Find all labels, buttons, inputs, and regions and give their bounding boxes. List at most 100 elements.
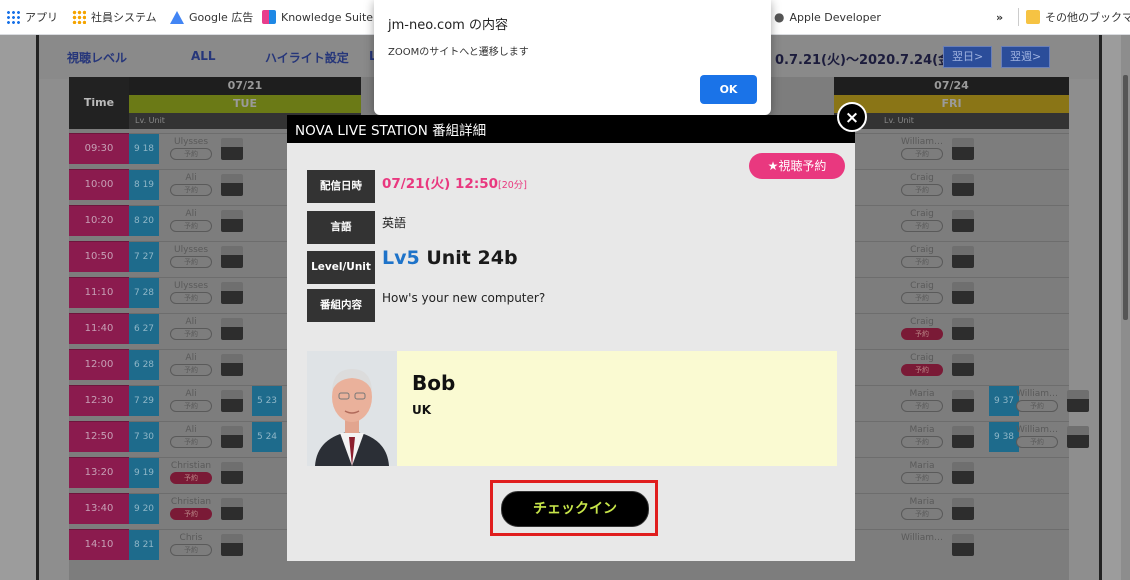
teacher-cell[interactable]: Chris 予約 xyxy=(163,532,219,556)
teacher-cell[interactable]: Ali 予約 xyxy=(163,388,219,412)
level-unit-cell: 8 21 xyxy=(129,530,159,560)
teacher-cell[interactable]: Christian 予約 xyxy=(163,460,219,484)
teacher-name: Craig xyxy=(910,281,934,291)
reserve-badge[interactable]: 予約 xyxy=(901,472,943,484)
teacher-photo xyxy=(1067,390,1089,412)
date-label: 配信日時 xyxy=(307,170,375,203)
teacher-name: Craig xyxy=(910,245,934,255)
close-icon[interactable]: × xyxy=(837,102,867,132)
teacher-cell[interactable]: William… 予約 xyxy=(894,136,950,160)
unit-number: 27 xyxy=(142,324,155,334)
teacher-photo xyxy=(952,426,974,448)
teacher-cell[interactable]: Ulysses 予約 xyxy=(163,136,219,160)
bookmarks-overflow-button[interactable]: » xyxy=(996,9,1003,25)
teacher-name: Ali xyxy=(185,425,197,435)
level-unit-cell: 9 19 xyxy=(129,458,159,488)
reserve-badge[interactable]: 予約 xyxy=(1016,436,1058,448)
time-cell: 11:10 xyxy=(69,277,129,308)
reserve-badge[interactable]: 予約 xyxy=(901,220,943,232)
reserve-badge[interactable]: 予約 xyxy=(170,184,212,196)
teacher-photo xyxy=(221,138,243,160)
reserve-badge[interactable]: 予約 xyxy=(901,328,943,340)
teacher-cell[interactable]: Craig 予約 xyxy=(894,172,950,196)
teacher-cell[interactable]: Craig 予約 xyxy=(894,352,950,376)
ok-button[interactable]: OK xyxy=(700,75,757,104)
teacher-cell[interactable]: Ulysses 予約 xyxy=(163,244,219,268)
reserve-badge[interactable]: 予約 xyxy=(901,400,943,412)
level-unit-cell: 7 29 xyxy=(129,386,159,416)
teacher-cell[interactable]: William… 予約 xyxy=(1009,388,1065,412)
reserve-badge[interactable]: 予約 xyxy=(170,364,212,376)
unit-number: 29 xyxy=(142,396,155,406)
teacher-photo xyxy=(952,318,974,340)
level-number: Lv5 xyxy=(382,247,420,269)
bookmark-apple-developer[interactable]: ● Apple Developer xyxy=(774,9,881,25)
teacher-cell[interactable]: Craig 予約 xyxy=(894,208,950,232)
reserve-badge[interactable]: 予約 xyxy=(901,364,943,376)
reserve-badge[interactable]: 予約 xyxy=(170,508,212,520)
reserve-viewing-button[interactable]: ★視聴予約 xyxy=(749,153,845,179)
bookmark-employee-system[interactable]: 社員システム xyxy=(72,9,157,25)
reserve-badge[interactable]: 予約 xyxy=(901,292,943,304)
bookmark-apps[interactable]: アプリ xyxy=(6,9,58,25)
level-number: 9 xyxy=(993,396,1000,406)
teacher-photo xyxy=(221,174,243,196)
teacher-name: William… xyxy=(901,137,943,147)
unit-number: 28 xyxy=(142,288,155,298)
reserve-badge[interactable]: 予約 xyxy=(901,148,943,160)
reserve-badge[interactable]: 予約 xyxy=(170,292,212,304)
teacher-cell[interactable]: Ali 予約 xyxy=(163,208,219,232)
reserve-badge[interactable]: 予約 xyxy=(901,508,943,520)
reserve-badge[interactable]: 予約 xyxy=(170,472,212,484)
teacher-cell[interactable]: Ali 予約 xyxy=(163,424,219,448)
level-number: 6 xyxy=(133,360,140,370)
alert-title: jm-neo.com の内容 xyxy=(388,18,508,33)
teacher-name: Craig xyxy=(910,209,934,219)
teacher-cell[interactable]: Ali 予約 xyxy=(163,352,219,376)
teacher-name: Craig xyxy=(910,173,934,183)
teacher-cell[interactable]: Craig 予約 xyxy=(894,280,950,304)
bookmark-other[interactable]: その他のブックマーク xyxy=(1026,9,1130,25)
next-week-button[interactable]: 翌週> xyxy=(1001,46,1051,68)
scrollbar-thumb[interactable] xyxy=(1123,75,1128,320)
reserve-badge[interactable]: 予約 xyxy=(170,256,212,268)
day-date: 07/21 xyxy=(227,79,263,92)
checkin-button[interactable]: チェックイン xyxy=(501,491,649,527)
level-number: 7 xyxy=(133,432,140,442)
reserve-badge[interactable]: 予約 xyxy=(170,328,212,340)
bookmark-google-ads[interactable]: Google 広告 xyxy=(170,9,253,25)
teacher-cell[interactable]: William… xyxy=(894,532,950,544)
reserve-badge[interactable]: 予約 xyxy=(1016,400,1058,412)
teacher-cell[interactable]: Ali 予約 xyxy=(163,172,219,196)
reserve-badge[interactable]: 予約 xyxy=(901,436,943,448)
teacher-cell[interactable]: Maria 予約 xyxy=(894,424,950,448)
teacher-name: Bob xyxy=(412,371,456,395)
teacher-cell[interactable]: Christian 予約 xyxy=(163,496,219,520)
reserve-badge[interactable]: 予約 xyxy=(170,400,212,412)
teacher-cell[interactable]: Maria 予約 xyxy=(894,460,950,484)
reserve-badge[interactable]: 予約 xyxy=(170,220,212,232)
teacher-cell[interactable]: Craig 予約 xyxy=(894,244,950,268)
bookmark-label: アプリ xyxy=(25,11,58,24)
teacher-cell[interactable]: Ali 予約 xyxy=(163,316,219,340)
teacher-cell[interactable]: Maria 予約 xyxy=(894,496,950,520)
teacher-cell[interactable]: William… 予約 xyxy=(1009,424,1065,448)
teacher-cell[interactable]: Maria 予約 xyxy=(894,388,950,412)
level-filter-value[interactable]: ALL xyxy=(191,49,216,63)
reserve-badge[interactable]: 予約 xyxy=(170,436,212,448)
next-day-button[interactable]: 翌日> xyxy=(943,46,993,68)
bookmark-knowledge-suite[interactable]: Knowledge Suite xyxy=(262,9,373,25)
teacher-name: William… xyxy=(1016,425,1058,435)
teacher-cell[interactable]: Ulysses 予約 xyxy=(163,280,219,304)
modal-body: ★視聴予約 配信日時 07/21(火) 12:50[20分] 言語 英語 Lev… xyxy=(287,143,855,561)
teacher-name: Ali xyxy=(185,353,197,363)
reserve-badge[interactable]: 予約 xyxy=(170,544,212,556)
reserve-badge[interactable]: 予約 xyxy=(901,184,943,196)
time-cell: 13:40 xyxy=(69,493,129,524)
reserve-badge[interactable]: 予約 xyxy=(901,256,943,268)
teacher-name: Craig xyxy=(910,353,934,363)
reserve-badge[interactable]: 予約 xyxy=(170,148,212,160)
highlight-setting-link[interactable]: ハイライト設定 xyxy=(265,49,349,66)
unit-number: 27 xyxy=(142,252,155,262)
teacher-cell[interactable]: Craig 予約 xyxy=(894,316,950,340)
